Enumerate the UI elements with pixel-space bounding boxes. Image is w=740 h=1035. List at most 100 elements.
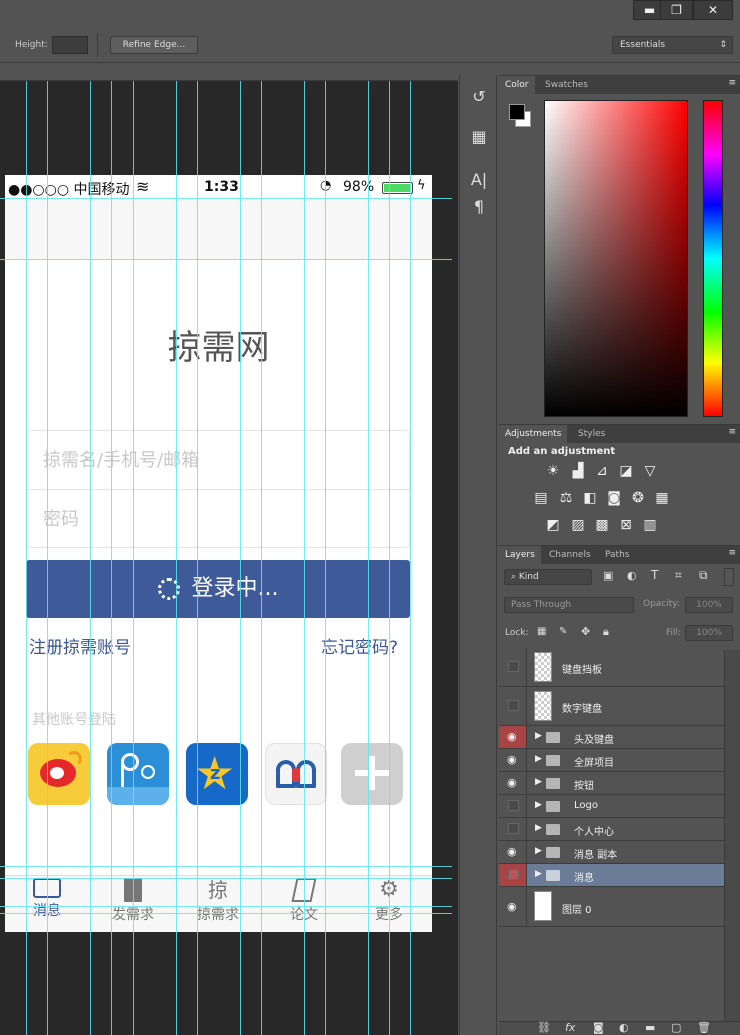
visibility-toggle[interactable]: ◉ [499, 841, 527, 863]
blend-mode-select[interactable]: Pass Through [504, 597, 634, 613]
username-field[interactable]: 掠需名/手机号/邮箱 [26, 430, 410, 489]
photo-filter-icon[interactable]: ◙ [605, 490, 623, 506]
posterize-icon[interactable]: ▨ [569, 517, 587, 533]
layer-row[interactable]: ◉ ▶ 全屏项目 [499, 749, 724, 772]
hue-slider[interactable] [703, 100, 723, 417]
lock-brush-icon[interactable]: ✎ [559, 626, 567, 637]
layer-row[interactable]: ▶ 个人中心 [499, 818, 724, 841]
paragraph-icon[interactable]: ¶ [464, 195, 494, 219]
filter-toggle[interactable] [724, 568, 734, 586]
layer-thumbnail [534, 652, 552, 682]
password-field[interactable]: 密码 [26, 489, 410, 548]
refine-edge-button[interactable]: Refine Edge... [110, 36, 198, 54]
lock-all-icon[interactable]: 🔒︎ [603, 625, 609, 639]
visibility-toggle[interactable]: ◉ [499, 726, 527, 748]
tab-styles[interactable]: Styles [572, 425, 611, 443]
layer-row[interactable]: ◉ 图层 0 [499, 887, 724, 927]
link-icon[interactable]: ⛓ [537, 1021, 551, 1034]
panel-menu-icon[interactable]: ≡ [728, 548, 736, 558]
login-button[interactable]: 登录中... [26, 560, 410, 618]
layers-scrollbar[interactable] [724, 650, 740, 1035]
vibrance-icon[interactable]: ▽ [641, 463, 659, 479]
visibility-toggle[interactable] [499, 687, 527, 725]
visibility-toggle[interactable] [499, 864, 527, 886]
qzone-icon[interactable]: ★ z [186, 743, 248, 805]
tab-color[interactable]: Color [499, 76, 535, 94]
new-layer-icon[interactable]: ▢ [671, 1021, 681, 1034]
lock-move-icon[interactable]: ✥ [581, 625, 590, 638]
fill-input[interactable]: 100% [685, 625, 733, 641]
tab-swatches[interactable]: Swatches [539, 76, 594, 94]
foreground-color-swatch[interactable] [509, 104, 525, 120]
lock-transparent-icon[interactable]: ▦ [537, 626, 546, 637]
tab-channels[interactable]: Channels [543, 546, 597, 564]
properties-icon[interactable]: ▦ [464, 125, 494, 149]
visibility-toggle[interactable]: ◉ [499, 887, 527, 926]
fx-icon[interactable]: fx [565, 1021, 575, 1034]
expand-arrow-icon[interactable]: ▶ [535, 731, 542, 741]
expand-arrow-icon[interactable]: ▶ [535, 754, 542, 764]
layer-row[interactable]: 数字键盘 [499, 687, 724, 726]
history-icon[interactable]: ↺ [464, 85, 494, 109]
smart-object-filter-icon[interactable]: ⧉ [699, 568, 708, 583]
layer-row-selected[interactable]: ▶ 消息 [499, 864, 724, 887]
renren-icon[interactable] [107, 743, 169, 805]
expand-arrow-icon[interactable]: ▶ [535, 846, 542, 856]
adjustment-filter-icon[interactable]: ◐ [627, 569, 637, 582]
exposure-icon[interactable]: ◪ [617, 463, 635, 479]
register-link[interactable]: 注册掠需账号 [29, 633, 131, 658]
visibility-toggle[interactable] [499, 795, 527, 817]
forgot-password-link[interactable]: 忘记密码? [321, 633, 398, 658]
other-app-icon[interactable] [265, 743, 327, 805]
brightness-icon[interactable]: ☀ [544, 463, 562, 479]
expand-arrow-icon[interactable]: ▶ [535, 823, 542, 833]
adjustment-layer-icon[interactable]: ◐ [619, 1021, 629, 1034]
color-field[interactable] [544, 100, 688, 417]
panel-menu-icon[interactable]: ≡ [728, 78, 736, 88]
color-lookup-icon[interactable]: ▦ [653, 490, 671, 506]
kind-filter-select[interactable]: ⌕ Kind [504, 569, 592, 585]
visibility-toggle[interactable]: ◉ [499, 772, 527, 794]
character-icon[interactable]: A| [464, 168, 494, 192]
weibo-icon[interactable] [28, 743, 90, 805]
opacity-input[interactable]: 100% [685, 597, 733, 613]
channel-mixer-icon[interactable]: ❂ [629, 490, 647, 506]
layer-row[interactable]: 键盘挡板 [499, 648, 724, 687]
workspace-select[interactable]: Essentials ⇕ [612, 36, 733, 54]
expand-arrow-icon[interactable]: ▶ [535, 800, 542, 810]
trash-icon[interactable]: 🗑︎ [697, 1021, 711, 1034]
color-balance-icon[interactable]: ⚖ [557, 490, 575, 506]
new-group-icon[interactable]: ▬ [645, 1021, 655, 1034]
lue-icon: 掠 [208, 878, 228, 902]
height-input[interactable] [52, 36, 88, 54]
threshold-icon[interactable]: ▩ [593, 517, 611, 533]
layer-name: 全屏项目 [574, 758, 614, 769]
gradient-map-icon[interactable]: ▥ [641, 517, 659, 533]
expand-arrow-icon[interactable]: ▶ [535, 777, 542, 787]
hue-saturation-icon[interactable]: ▤ [532, 490, 550, 506]
panel-menu-icon[interactable]: ≡ [728, 427, 736, 437]
expand-arrow-icon[interactable]: ▶ [535, 869, 542, 879]
tab-adjustments[interactable]: Adjustments [499, 425, 568, 443]
restore-button[interactable]: ❐ [660, 0, 693, 20]
close-button[interactable]: ✕ [693, 0, 733, 20]
levels-icon[interactable]: ▟ [569, 463, 587, 479]
layer-row[interactable]: ◉ ▶ 头及键盘 [499, 726, 724, 749]
selective-color-icon[interactable]: ⊠ [617, 517, 635, 533]
layer-row[interactable]: ◉ ▶ 消息 副本 [499, 841, 724, 864]
visibility-toggle[interactable] [499, 818, 527, 840]
mask-icon[interactable]: ◙ [593, 1021, 604, 1034]
type-filter-icon[interactable]: T [651, 568, 658, 582]
tab-layers[interactable]: Layers [499, 546, 541, 564]
invert-icon[interactable]: ◩ [544, 517, 562, 533]
shape-filter-icon[interactable]: ⌗ [675, 568, 682, 583]
visibility-toggle[interactable]: ◉ [499, 749, 527, 771]
image-filter-icon[interactable]: ▣ [603, 569, 613, 582]
layer-row[interactable]: ◉ ▶ 按钮 [499, 772, 724, 795]
tab-paths[interactable]: Paths [599, 546, 635, 564]
curves-icon[interactable]: ⊿ [593, 463, 611, 479]
more-icon[interactable] [341, 743, 403, 805]
black-white-icon[interactable]: ◧ [581, 490, 599, 506]
layer-row[interactable]: ▶ Logo [499, 795, 724, 818]
visibility-toggle[interactable] [499, 648, 527, 686]
